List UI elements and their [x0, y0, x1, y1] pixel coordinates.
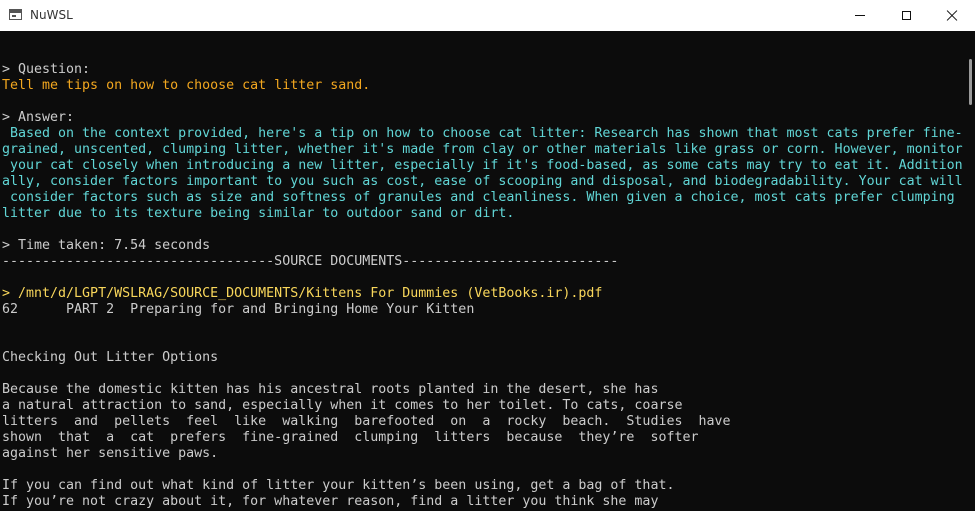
source-document-path: > /mnt/d/LGPT/WSLRAG/SOURCE_DOCUMENTS/Ki… — [2, 286, 603, 301]
section-heading: Checking Out Litter Options — [2, 350, 219, 365]
answer-prompt: > Answer: — [2, 110, 75, 125]
terminal-output[interactable]: > Question: Tell me tips on how to choos… — [0, 31, 966, 511]
maximize-button[interactable] — [883, 0, 929, 31]
vertical-scrollbar[interactable] — [966, 31, 975, 511]
paragraph-line: If you’re not crazy about it, for whatev… — [2, 494, 659, 509]
question-text: Tell me tips on how to choose cat litter… — [2, 78, 371, 93]
maximize-icon — [901, 11, 911, 20]
close-button[interactable] — [929, 0, 975, 31]
terminal-window-icon — [9, 9, 22, 20]
answer-line: your cat closely when introducing a new … — [2, 158, 963, 173]
answer-line: grained, unscented, clumping litter, whe… — [2, 142, 963, 157]
paragraph-line: Because the domestic kitten has his ance… — [2, 382, 659, 397]
time-taken: > Time taken: 7.54 seconds — [2, 238, 211, 253]
minimize-icon — [855, 15, 865, 16]
terminal-lines: > Question: Tell me tips on how to choos… — [2, 62, 963, 510]
answer-line: consider factors such as size and softne… — [2, 190, 955, 205]
paragraph-line: shown that a cat prefers fine-grained cl… — [2, 430, 699, 445]
minimize-button[interactable] — [837, 0, 883, 31]
title-bar: NuWSL — [0, 0, 975, 31]
question-prompt: > Question: — [2, 62, 91, 77]
answer-line: ally, consider factors important to you … — [2, 174, 963, 189]
window-title: NuWSL — [30, 8, 73, 22]
paragraph-line: If you can find out what kind of litter … — [2, 478, 675, 493]
answer-line: Based on the context provided, here's a … — [2, 126, 963, 141]
scrollbar-thumb[interactable] — [969, 59, 972, 105]
paragraph-line: a natural attraction to sand, especially… — [2, 398, 683, 413]
paragraph-line: against her sensitive paws. — [2, 446, 219, 461]
close-icon — [947, 11, 957, 21]
paragraph-line: litters and pellets feel like walking ba… — [2, 414, 731, 429]
source-documents-divider: ----------------------------------SOURCE… — [2, 254, 619, 269]
answer-line: litter due to its texture being similar … — [2, 206, 515, 221]
page-header: 62 PART 2 Preparing for and Bringing Hom… — [2, 302, 475, 317]
